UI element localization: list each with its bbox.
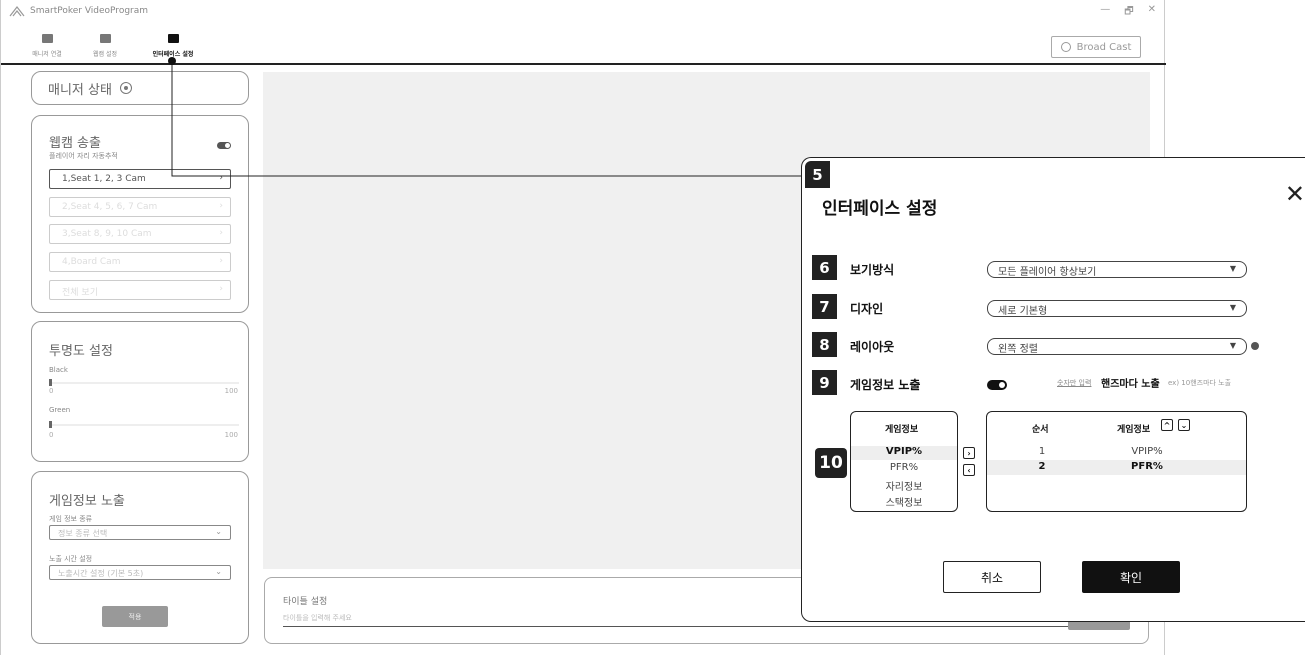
per-hand-label: 핸즈마다 노출 <box>1101 379 1160 390</box>
order-cell: 1 <box>1038 446 1046 457</box>
selected-info-list: 순서 게임정보 ^ ⌄ 1 VPIP% 2 PFR% <box>986 411 1247 512</box>
move-up-button[interactable]: ^ <box>1161 419 1173 431</box>
interface-settings-modal: 5 인터페이스 설정 ✕ 6 보기방식 모든 플레이어 항상보기 ▼ 7 디자인… <box>801 157 1305 622</box>
cancel-button[interactable]: 취소 <box>943 561 1041 593</box>
layout-select[interactable]: 왼쪽 정렬 ▼ <box>987 338 1247 355</box>
gameinfo-display-label: 게임정보 노출 <box>850 378 921 392</box>
callout-badge-7: 7 <box>812 294 837 319</box>
info-header: 게임정보 <box>1117 425 1151 435</box>
design-value: 세로 기본형 <box>998 306 1048 317</box>
order-cell: 2 <box>1038 461 1046 472</box>
view-mode-select[interactable]: 모든 플레이어 항상보기 ▼ <box>987 261 1247 278</box>
callout-badge-10: 10 <box>815 448 847 478</box>
callout-badge-8: 8 <box>812 332 837 357</box>
callout-badge-6: 6 <box>812 255 837 280</box>
move-left-button[interactable]: ‹ <box>963 464 975 476</box>
confirm-button[interactable]: 확인 <box>1082 561 1180 593</box>
callout-badge-9: 9 <box>812 370 837 395</box>
dropdown-arrow-icon: ▼ <box>1229 341 1236 350</box>
info-icon[interactable] <box>1251 342 1259 350</box>
number-input-link[interactable]: 숫자만 입력 <box>1057 378 1091 388</box>
close-icon[interactable]: ✕ <box>1285 180 1305 208</box>
info-cell[interactable]: VPIP% <box>1107 446 1187 457</box>
info-cell[interactable]: PFR% <box>1107 461 1187 472</box>
gameinfo-display-toggle[interactable] <box>987 380 1007 390</box>
list-item[interactable]: 스택정보 <box>851 494 957 509</box>
move-right-button[interactable]: › <box>963 447 975 459</box>
view-mode-label: 보기방식 <box>850 263 895 277</box>
view-mode-value: 모든 플레이어 항상보기 <box>998 267 1097 278</box>
list-item[interactable]: PFR% <box>851 462 957 473</box>
design-label: 디자인 <box>850 302 884 316</box>
list-item[interactable]: VPIP% <box>851 446 957 457</box>
layout-value: 왼쪽 정렬 <box>998 344 1038 355</box>
callout-dot <box>168 57 176 65</box>
available-header: 게임정보 <box>885 425 919 435</box>
move-down-button[interactable]: ⌄ <box>1178 419 1190 431</box>
design-select[interactable]: 세로 기본형 ▼ <box>987 300 1247 317</box>
callout-badge-5: 5 <box>805 161 830 188</box>
order-header: 순서 <box>1032 425 1049 435</box>
dropdown-arrow-icon: ▼ <box>1229 264 1236 273</box>
available-info-list: 게임정보 VPIP% PFR% 자리정보 스택정보 <box>850 411 958 512</box>
example-hint: ex) 10핸즈마다 노출 <box>1168 379 1232 387</box>
list-item[interactable]: 자리정보 <box>851 478 957 493</box>
modal-title: 인터페이스 설정 <box>822 199 938 219</box>
layout-label: 레이아웃 <box>850 340 895 354</box>
dropdown-arrow-icon: ▼ <box>1229 303 1236 312</box>
